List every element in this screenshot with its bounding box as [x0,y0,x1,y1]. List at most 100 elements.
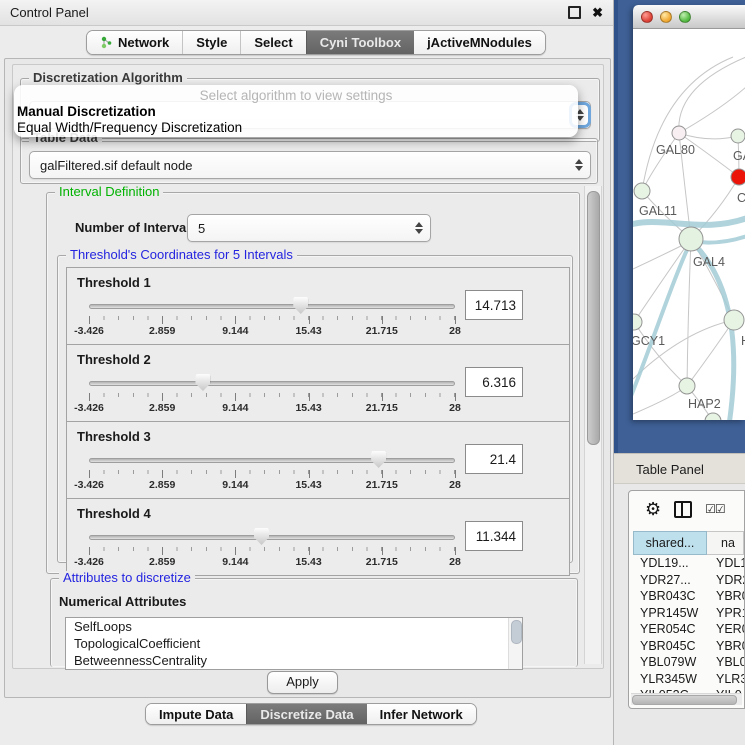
table-row[interactable]: YBR043CYBR0 [633,588,744,605]
table-data-combo[interactable]: galFiltered.sif default node [29,151,591,179]
tab-cyni-toolbox[interactable]: Cyni Toolbox [306,31,414,54]
slider-tick-label: 21.715 [366,556,398,568]
tab-impute-data[interactable]: Impute Data [146,704,246,724]
cell-name[interactable]: YBL0 [707,654,744,671]
table-header-row: shared... na [633,531,744,555]
tab-discretize-data[interactable]: Discretize Data [246,704,366,724]
algorithm-option-manual[interactable]: Manual Discretization [14,104,578,120]
minimize-traffic-light-icon[interactable] [660,11,672,23]
network-canvas[interactable]: GAL80GACGAL11GAL4GCY1HHAP2 [633,29,745,420]
mode-tabstrip: Impute Data Discretize Data Infer Networ… [145,703,477,725]
threshold-2-slider-thumb[interactable] [195,374,210,391]
threshold-3-row: Threshold 3 -3.4262.8599.14415.4321.7152… [66,421,570,499]
network-node-bottom-node[interactable] [705,413,721,420]
apply-button[interactable]: Apply [267,671,338,694]
attribute-list-item[interactable]: BetweennessCentrality [66,652,522,669]
cell-shared-name[interactable]: YDL19... [633,555,707,572]
table-row[interactable]: YBR045CYBR0 [633,638,744,655]
table-data-combo-value: galFiltered.sif default node [30,158,571,173]
table-row[interactable]: YPR145WYPR1 [633,605,744,622]
tab-network[interactable]: Network [87,31,182,54]
column-header-shared-name[interactable]: shared... [633,531,707,555]
threshold-3-value[interactable]: 21.4 [465,444,523,474]
slider-tick-label: 2.859 [149,556,175,568]
attribute-list-item[interactable]: SelfLoops [66,618,522,635]
gear-icon[interactable]: ⚙ [645,500,661,518]
network-node-label: GAL4 [693,255,725,269]
cell-name[interactable]: YPR1 [707,605,744,622]
tab-select[interactable]: Select [240,31,305,54]
cell-name[interactable]: YBR0 [707,638,744,655]
table-row[interactable]: YBL079WYBL0 [633,654,744,671]
column-header-name[interactable]: na [707,531,744,555]
threshold-2-row: Threshold 2 -3.4262.8599.14415.4321.7152… [66,344,570,422]
close-icon[interactable]: ✖ [592,6,603,19]
table-horizontal-scrollbar[interactable] [631,693,742,705]
table-row[interactable]: YDR27...YDR2 [633,572,744,589]
num-intervals-stepper[interactable] [411,222,427,234]
threshold-1-slider[interactable]: -3.4262.8599.14415.4321.71528 [89,294,455,340]
cell-name[interactable]: YBR0 [707,588,744,605]
threshold-1-value[interactable]: 14.713 [465,290,523,320]
network-icon [100,36,113,49]
numerical-attributes-list[interactable]: SelfLoopsTopologicalCoefficientBetweenne… [65,617,523,670]
cell-name[interactable]: YDR2 [707,572,744,589]
cell-shared-name[interactable]: YLR345W [633,671,707,688]
table-toolbar: ⚙ ☑☑ [629,491,744,527]
network-node-HAP2[interactable] [679,378,695,394]
cell-shared-name[interactable]: YBL079W [633,654,707,671]
attributes-list-scrollbar[interactable] [508,618,522,669]
select-columns-checkboxes-icon[interactable]: ☑☑ [705,502,725,516]
table-row[interactable]: YDL19...YDL1 [633,555,744,572]
slider-tick-label: 28 [449,325,461,337]
panel-scrollbar[interactable] [584,186,602,664]
cell-shared-name[interactable]: YER054C [633,621,707,638]
panel-scrollbar-thumb[interactable] [587,191,600,445]
zoom-traffic-light-icon[interactable] [679,11,691,23]
attribute-list-item[interactable]: TopologicalCoefficient [66,635,522,652]
table-row[interactable]: YER054CYER0 [633,621,744,638]
tab-infer-network[interactable]: Infer Network [367,704,476,724]
table-panel-header: Table Panel [614,453,745,484]
cell-name[interactable]: YER0 [707,621,744,638]
threshold-4-value[interactable]: 11.344 [465,521,523,551]
cell-name[interactable]: YLR3 [707,671,744,688]
network-node-GAL11[interactable] [634,183,650,199]
close-traffic-light-icon[interactable] [641,11,653,23]
cell-name[interactable]: YDL1 [707,555,744,572]
cell-shared-name[interactable]: YPR145W [633,605,707,622]
cell-shared-name[interactable]: YDR27... [633,572,707,589]
tab-jactivemnodules[interactable]: jActiveMNodules [414,31,545,54]
slider-tick-label: 9.144 [222,556,248,568]
network-node-GAL4[interactable] [679,227,703,251]
threshold-4-slider-thumb[interactable] [254,528,269,545]
network-node-top-right-node[interactable] [731,129,745,143]
slider-tick-label: 15.43 [295,556,321,568]
tab-style[interactable]: Style [182,31,240,54]
threshold-1-slider-thumb[interactable] [293,297,308,314]
algorithm-option-equal-width[interactable]: Equal Width/Frequency Discretization [14,120,578,136]
threshold-3-slider[interactable]: -3.4262.8599.14415.4321.71528 [89,448,455,494]
network-view-window[interactable]: GAL80GACGAL11GAL4GCY1HHAP2 [633,5,745,420]
cell-shared-name[interactable]: YBR043C [633,588,707,605]
threshold-3-slider-thumb[interactable] [371,451,386,468]
algorithm-placeholder-option: Select algorithm to view settings [14,85,578,104]
table-row[interactable]: YLR345WYLR3 [633,671,744,688]
num-intervals-combo[interactable]: 5 [187,214,431,242]
threshold-4-slider[interactable]: -3.4262.8599.14415.4321.71528 [89,525,455,571]
threshold-2-value[interactable]: 6.316 [465,367,523,397]
columns-icon[interactable] [674,501,692,518]
screen: Control Panel ✖ Network Style Select Cyn [0,0,745,745]
cell-shared-name[interactable]: YBR045C [633,638,707,655]
network-node-right-node[interactable] [724,310,744,330]
slider-tick-label: -3.426 [74,556,104,568]
network-node-red-node[interactable] [731,169,745,185]
float-window-icon[interactable] [568,6,581,19]
table-data-combo-stepper[interactable] [571,159,587,171]
slider-tick-label: 15.43 [295,325,321,337]
table-horizontal-scrollbar-thumb[interactable] [632,695,737,705]
threshold-2-slider[interactable]: -3.4262.8599.14415.4321.71528 [89,371,455,417]
network-node-GCY1[interactable] [633,314,642,330]
network-node-label: H [741,334,745,348]
network-node-GAL80[interactable] [672,126,686,140]
